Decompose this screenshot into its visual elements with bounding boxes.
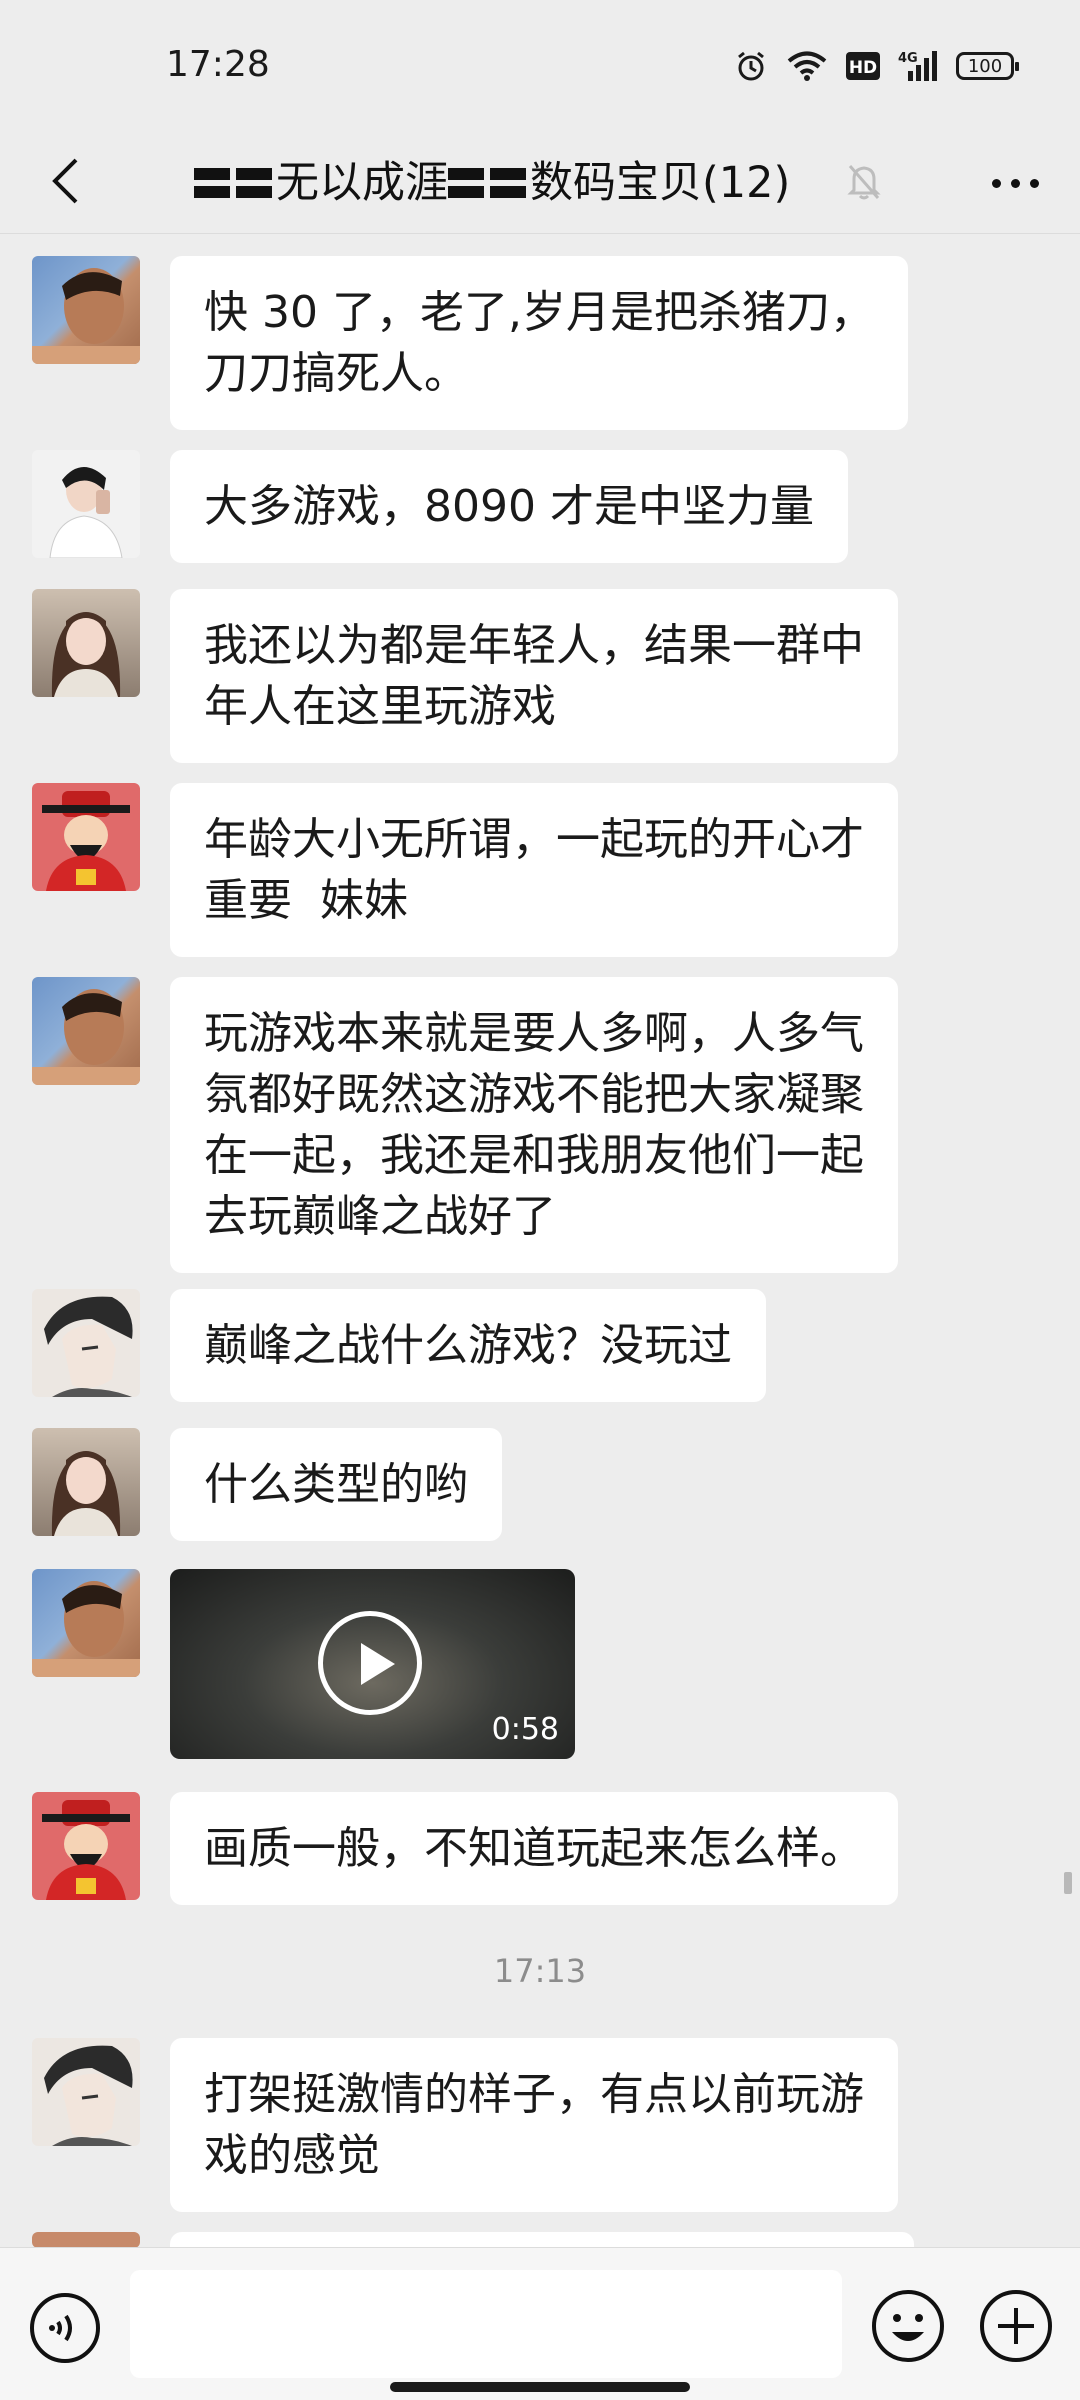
avatar-god-of-wealth[interactable] xyxy=(32,1792,140,1900)
title-decoration xyxy=(194,168,272,198)
alarm-icon xyxy=(738,51,764,81)
timestamp: 17:13 xyxy=(493,1952,587,1990)
more-button[interactable] xyxy=(980,148,1050,218)
emoji-button[interactable] xyxy=(870,2288,946,2368)
message-bubble[interactable]: 玩游戏本来就是要人多啊，人多气 氛都好既然这游戏不能把大家凝聚 在一起，我还是和… xyxy=(170,977,898,1273)
chat-title: 无以成涯 数码宝贝(12) xyxy=(194,148,834,218)
chat-title-bar: 无以成涯 数码宝贝(12) xyxy=(0,130,1080,234)
play-icon[interactable] xyxy=(318,1611,422,1715)
avatar-anime-man[interactable] xyxy=(32,1289,140,1397)
chat-title-text-2: 数码宝贝(12) xyxy=(530,158,791,208)
emoji-icon xyxy=(872,2290,944,2362)
plus-button[interactable] xyxy=(978,2288,1054,2368)
message-bubble[interactable]: 年龄大小无所谓，一起玩的开心才 重要 妹妹 xyxy=(170,783,898,957)
svg-text:4G: 4G xyxy=(898,51,918,66)
avatar-anime-man[interactable] xyxy=(32,2038,140,2146)
message-bubble[interactable]: 画质一般，不知道玩起来怎么样。 xyxy=(170,1792,898,1905)
avatar-god-of-wealth[interactable] xyxy=(32,783,140,891)
battery-level: 100 xyxy=(967,55,1003,77)
voice-button[interactable] xyxy=(28,2291,102,2369)
message-bubble[interactable]: 巅峰之战什么游戏？没玩过 xyxy=(170,1289,766,1402)
bell-off-icon xyxy=(846,162,882,206)
chevron-left-icon xyxy=(52,158,78,204)
avatar-woman[interactable] xyxy=(32,589,140,697)
video-message[interactable]: 0:58 xyxy=(170,1569,575,1759)
video-duration: 0:58 xyxy=(491,1712,559,1747)
hd-icon: HD xyxy=(846,52,880,80)
title-decoration xyxy=(448,168,526,198)
avatar-man-1[interactable] xyxy=(32,977,140,1085)
voice-icon xyxy=(30,2293,100,2363)
avatar-woman[interactable] xyxy=(32,1428,140,1536)
scrollbar[interactable] xyxy=(1064,1872,1072,1894)
status-time: 17:28 xyxy=(166,44,270,85)
more-dots-icon xyxy=(991,178,1039,188)
chat-title-text-1: 无以成涯 xyxy=(276,158,448,208)
message-input[interactable] xyxy=(130,2270,842,2378)
message-bubble[interactable]: 快 30 了，老了,岁月是把杀猪刀， 刀刀搞死人。 xyxy=(170,256,908,430)
signal-4g-icon: 4G xyxy=(898,51,937,81)
input-bar xyxy=(0,2247,1080,2400)
svg-text:HD: HD xyxy=(849,58,877,78)
back-button[interactable] xyxy=(30,146,100,216)
message-bubble[interactable]: 大多游戏，8090 才是中坚力量 xyxy=(170,450,848,563)
message-bubble-partial[interactable] xyxy=(170,2232,914,2248)
battery-icon: 100 xyxy=(956,52,1019,80)
message-bubble[interactable]: 打架挺激情的样子，有点以前玩游 戏的感觉 xyxy=(170,2038,898,2212)
avatar-man-1[interactable] xyxy=(32,1569,140,1677)
wifi-icon xyxy=(787,51,827,81)
avatar-man-1[interactable] xyxy=(32,256,140,364)
message-bubble[interactable]: 什么类型的哟 xyxy=(170,1428,502,1541)
message-bubble[interactable]: 我还以为都是年轻人，结果一群中 年人在这里玩游戏 xyxy=(170,589,898,763)
avatar-man-2[interactable] xyxy=(32,450,140,558)
status-bar: 17:28 HD 4G 100 xyxy=(0,0,1080,130)
status-icons: HD 4G 100 xyxy=(734,46,1019,86)
plus-icon xyxy=(980,2290,1052,2362)
home-indicator[interactable] xyxy=(390,2382,690,2392)
avatar-partial[interactable] xyxy=(32,2232,140,2248)
